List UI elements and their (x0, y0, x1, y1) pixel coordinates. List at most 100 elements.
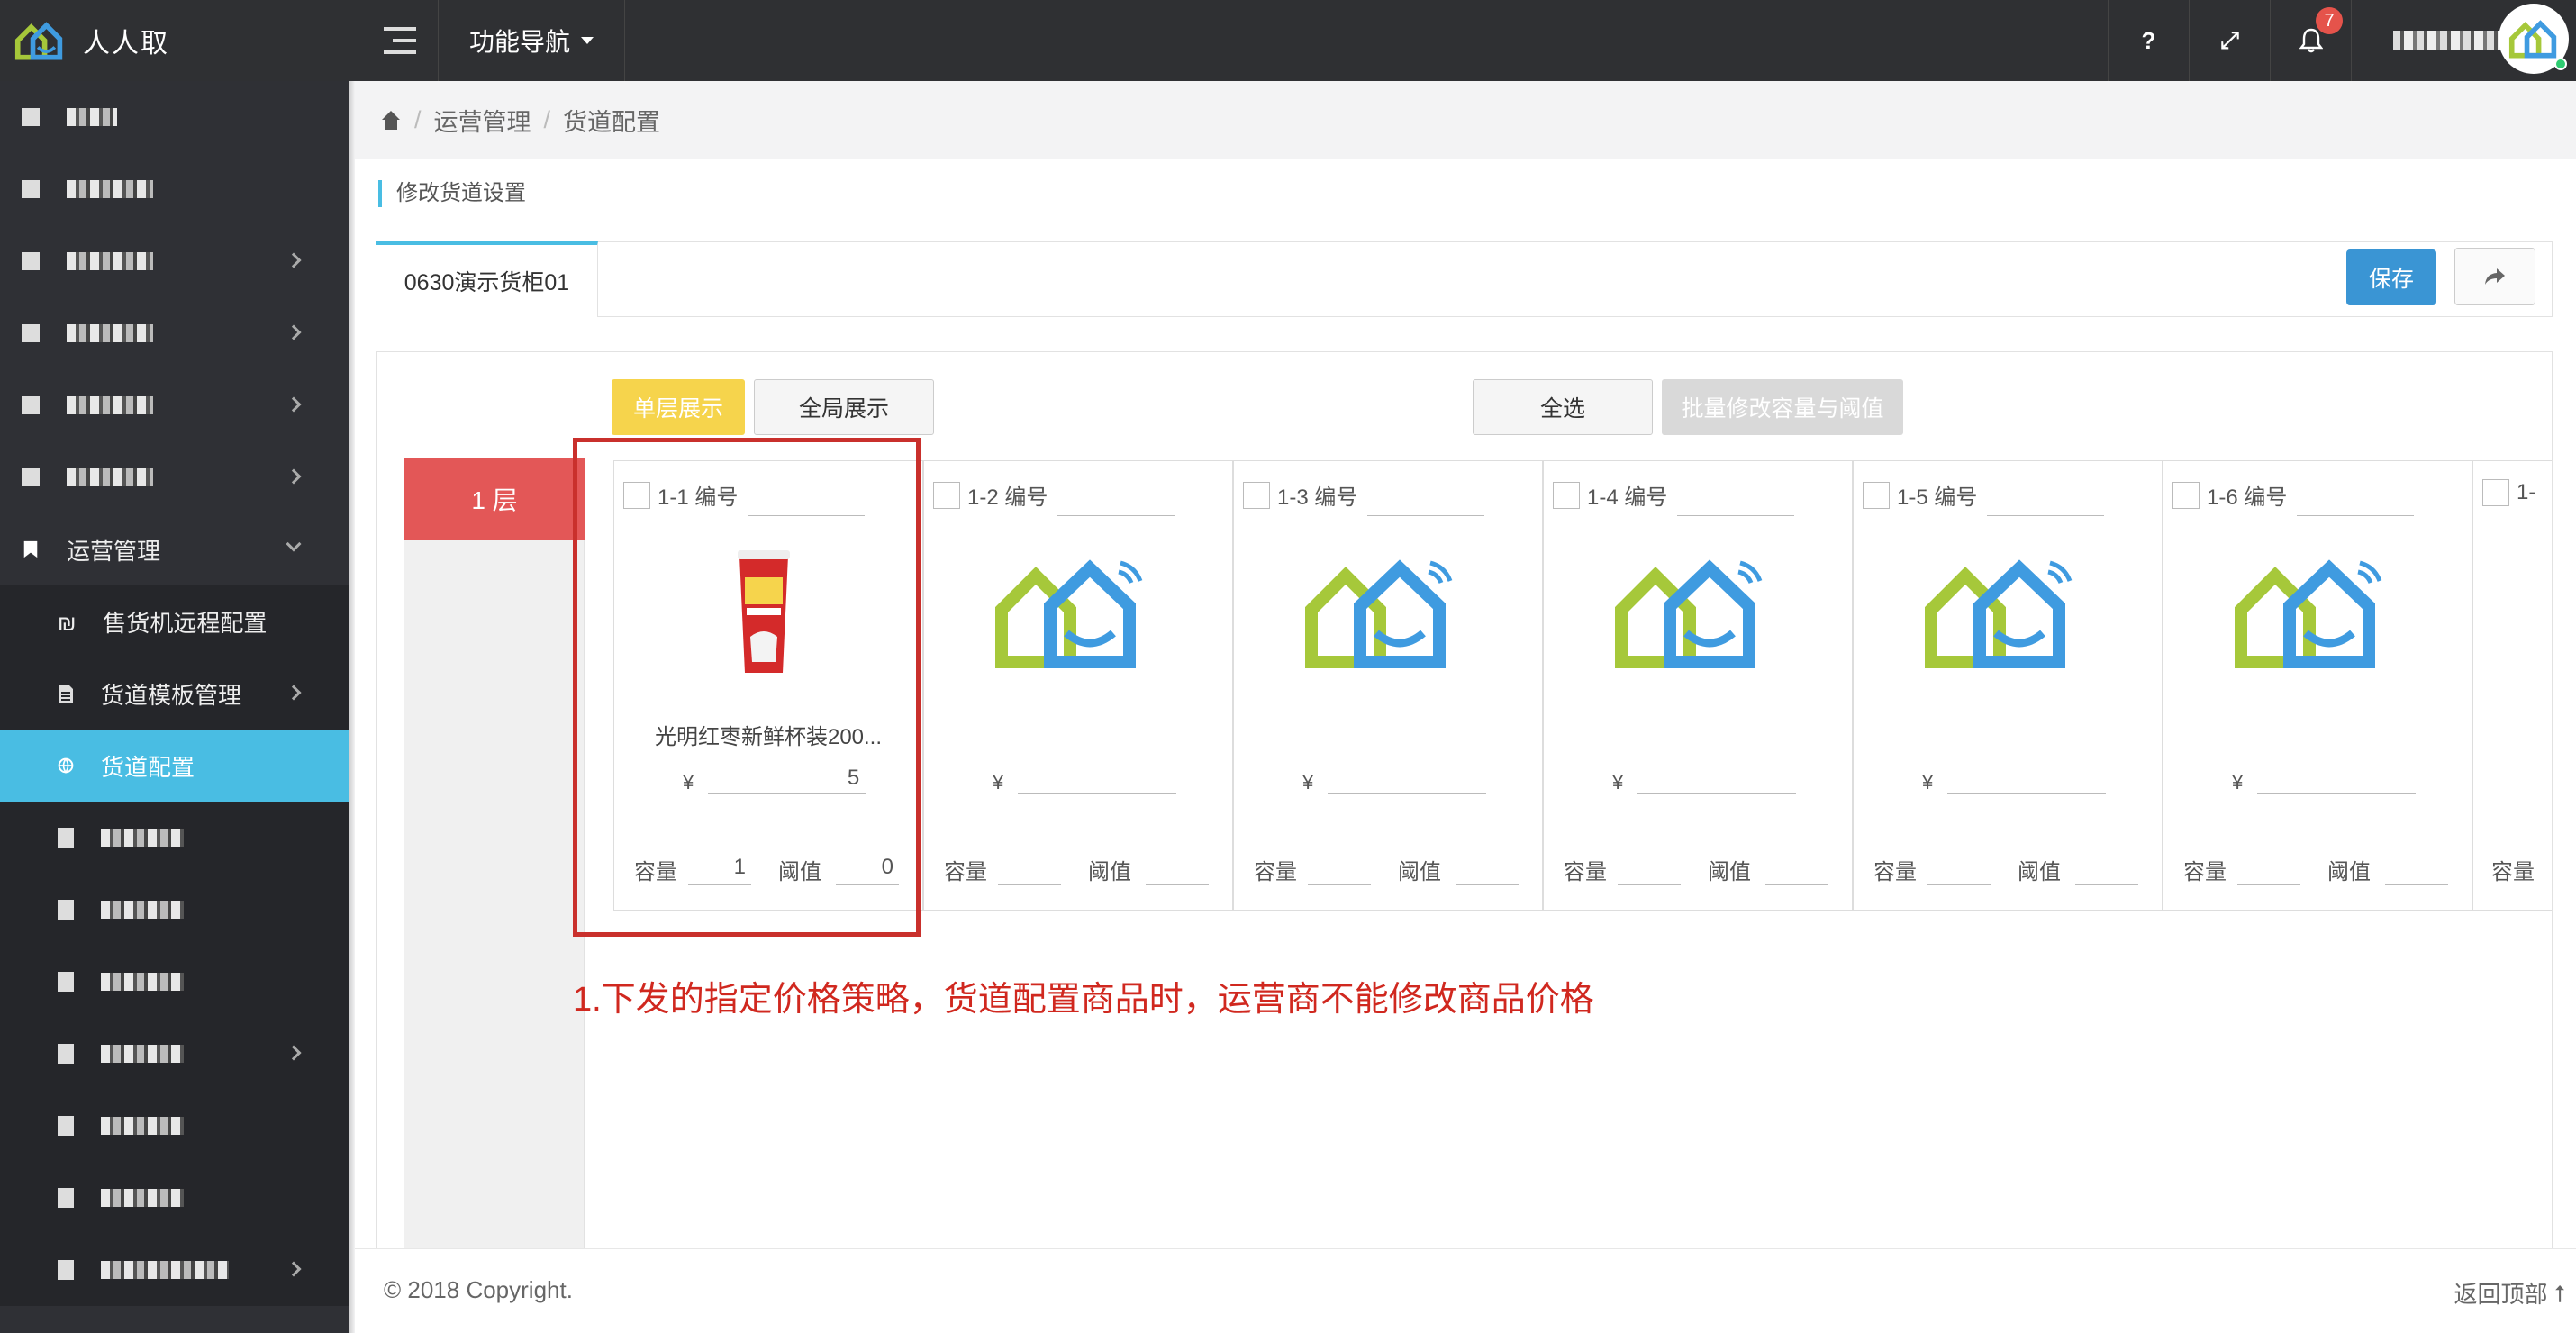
function-nav-label: 功能导航 (469, 28, 571, 56)
breadcrumb-operations[interactable]: 运营管理 (434, 103, 531, 138)
threshold-input[interactable] (2385, 855, 2448, 885)
menu-item-icon (58, 1188, 74, 1208)
slot-code-input[interactable] (1367, 515, 1484, 516)
menu-item-icon (22, 468, 40, 486)
menu-item-icon (58, 1116, 74, 1136)
threshold-input[interactable] (1765, 855, 1828, 885)
threshold-input[interactable] (1456, 855, 1519, 885)
sidebar-item-operations[interactable]: 运营管理 (0, 513, 349, 585)
slot-code: 1-4 编号 (1587, 485, 1668, 510)
capacity-input[interactable] (998, 855, 1061, 885)
back-to-top-link[interactable]: 返回顶部 ⭡ (2454, 1276, 2565, 1310)
sidebar-item-slot-config[interactable]: 货道配置 (0, 730, 349, 802)
menu-item-icon (58, 828, 74, 848)
menu-item-icon (58, 900, 74, 920)
bookmark-icon (23, 540, 38, 558)
capacity-input[interactable] (1308, 855, 1371, 885)
slot-checkbox[interactable] (1553, 481, 1580, 509)
menu-item-icon (58, 972, 74, 992)
breadcrumb-slot-config: 货道配置 (563, 109, 661, 136)
chevron-right-icon (286, 468, 302, 485)
help-button[interactable]: ? (2108, 0, 2189, 81)
single-layer-button[interactable]: 单层展示 (612, 379, 745, 435)
footer: © 2018 Copyright. 返回顶部 ⭡ (355, 1248, 2576, 1333)
capacity-input[interactable] (2237, 855, 2300, 885)
capacity-label: 容量 (1254, 860, 1297, 884)
price-input[interactable] (1637, 766, 1797, 794)
sidebar-item-label: 售货机远程配置 (103, 609, 268, 637)
home-icon[interactable] (380, 110, 402, 131)
slot-checkbox[interactable] (2482, 479, 2509, 506)
threshold-label: 阈值 (2018, 860, 2061, 884)
slot-checkbox[interactable] (933, 481, 960, 509)
chevron-right-icon (286, 252, 302, 268)
layer-tab-1[interactable]: 1 层 (404, 458, 585, 540)
capacity-label: 容量 (1564, 860, 1607, 884)
blurred-label (67, 108, 117, 126)
price-input[interactable] (1018, 766, 1177, 794)
chevron-right-icon (286, 685, 302, 701)
slot-checkbox[interactable] (1243, 481, 1270, 509)
avatar[interactable] (2499, 4, 2569, 74)
sidebar-item-1[interactable] (0, 81, 349, 153)
slot-code-input[interactable] (1057, 515, 1175, 516)
sidebar-item-vending-remote-config[interactable]: ₪ 售货机远程配置 (0, 585, 349, 657)
slot-card[interactable]: 1-6 编号 ¥ 容量 阈值 (2163, 460, 2472, 911)
sidebar-sub-item-9[interactable] (0, 1162, 349, 1234)
sidebar-sub-item-10[interactable] (0, 1234, 349, 1306)
threshold-input[interactable] (2075, 855, 2138, 885)
sidebar-sub-item-4[interactable] (0, 802, 349, 874)
share-button[interactable] (2454, 248, 2535, 305)
sidebar-item-2[interactable] (0, 153, 349, 225)
top-bar: 人人取 功能导航 ? ⤢ 7 (0, 0, 2576, 81)
capacity-input[interactable] (1618, 855, 1681, 885)
slot-card[interactable]: 1-4 编号 ¥ 容量 阈值 (1543, 460, 1853, 911)
price-input[interactable] (1328, 766, 1487, 794)
capacity-input[interactable] (1927, 855, 1991, 885)
slot-checkbox[interactable] (1863, 481, 1890, 509)
select-all-button[interactable]: 全选 (1473, 379, 1653, 435)
slot-checkbox[interactable] (2172, 481, 2200, 509)
slot-code-input[interactable] (1677, 515, 1794, 516)
slot-code-input[interactable] (2297, 515, 2414, 516)
sidebar-sub-item-8[interactable] (0, 1090, 349, 1162)
save-button[interactable]: 保存 (2346, 249, 2436, 305)
notification-badge: 7 (2316, 7, 2343, 34)
menu-item-icon (58, 1260, 74, 1280)
notifications-button[interactable]: 7 (2270, 0, 2351, 81)
sidebar-sub-item-7[interactable] (0, 1018, 349, 1090)
slot-card[interactable]: 1-5 编号 ¥ 容量 阈值 (1853, 460, 2163, 911)
slot-card-partial[interactable]: 1- 容量 (2472, 460, 2552, 911)
sidebar-item-6[interactable] (0, 441, 349, 513)
blurred-label (101, 1117, 184, 1135)
slot-code: 1-5 编号 (1897, 485, 1978, 510)
sidebar-item-slot-template[interactable]: 货道模板管理 (0, 657, 349, 730)
annotation-highlight-box (573, 438, 921, 937)
tab-machine[interactable]: 0630演示货柜01 (376, 241, 598, 317)
brand[interactable]: 人人取 (0, 0, 349, 81)
threshold-label: 阈值 (1088, 860, 1131, 884)
sidebar-item-3[interactable] (0, 225, 349, 297)
menu-item-icon (22, 252, 40, 270)
threshold-input[interactable] (1146, 855, 1209, 885)
price-input[interactable] (2257, 766, 2417, 794)
sidebar-item-5[interactable] (0, 369, 349, 441)
bell-icon (2299, 28, 2323, 53)
slot-code-input[interactable] (1987, 515, 2104, 516)
price-input[interactable] (1947, 766, 2107, 794)
blurred-label (67, 324, 153, 342)
chevron-right-icon (286, 396, 302, 413)
fullscreen-button[interactable]: ⤢ (2189, 0, 2270, 81)
sidebar-sub-item-6[interactable] (0, 946, 349, 1018)
slot-card[interactable]: 1-2 编号 ¥ 容量 阈值 (923, 460, 1233, 911)
menu-toggle-icon[interactable] (376, 20, 423, 61)
batch-edit-button[interactable]: 批量修改容量与阈值 (1662, 379, 1903, 435)
sidebar-sub-item-5[interactable] (0, 874, 349, 946)
blurred-label (67, 468, 153, 486)
function-nav-dropdown[interactable]: 功能导航 (438, 0, 626, 81)
document-icon (59, 685, 73, 703)
slot-code: 1-3 编号 (1277, 485, 1358, 510)
global-view-button[interactable]: 全局展示 (754, 379, 934, 435)
sidebar-item-4[interactable] (0, 297, 349, 369)
slot-card[interactable]: 1-3 编号 ¥ 容量 阈值 (1233, 460, 1543, 911)
